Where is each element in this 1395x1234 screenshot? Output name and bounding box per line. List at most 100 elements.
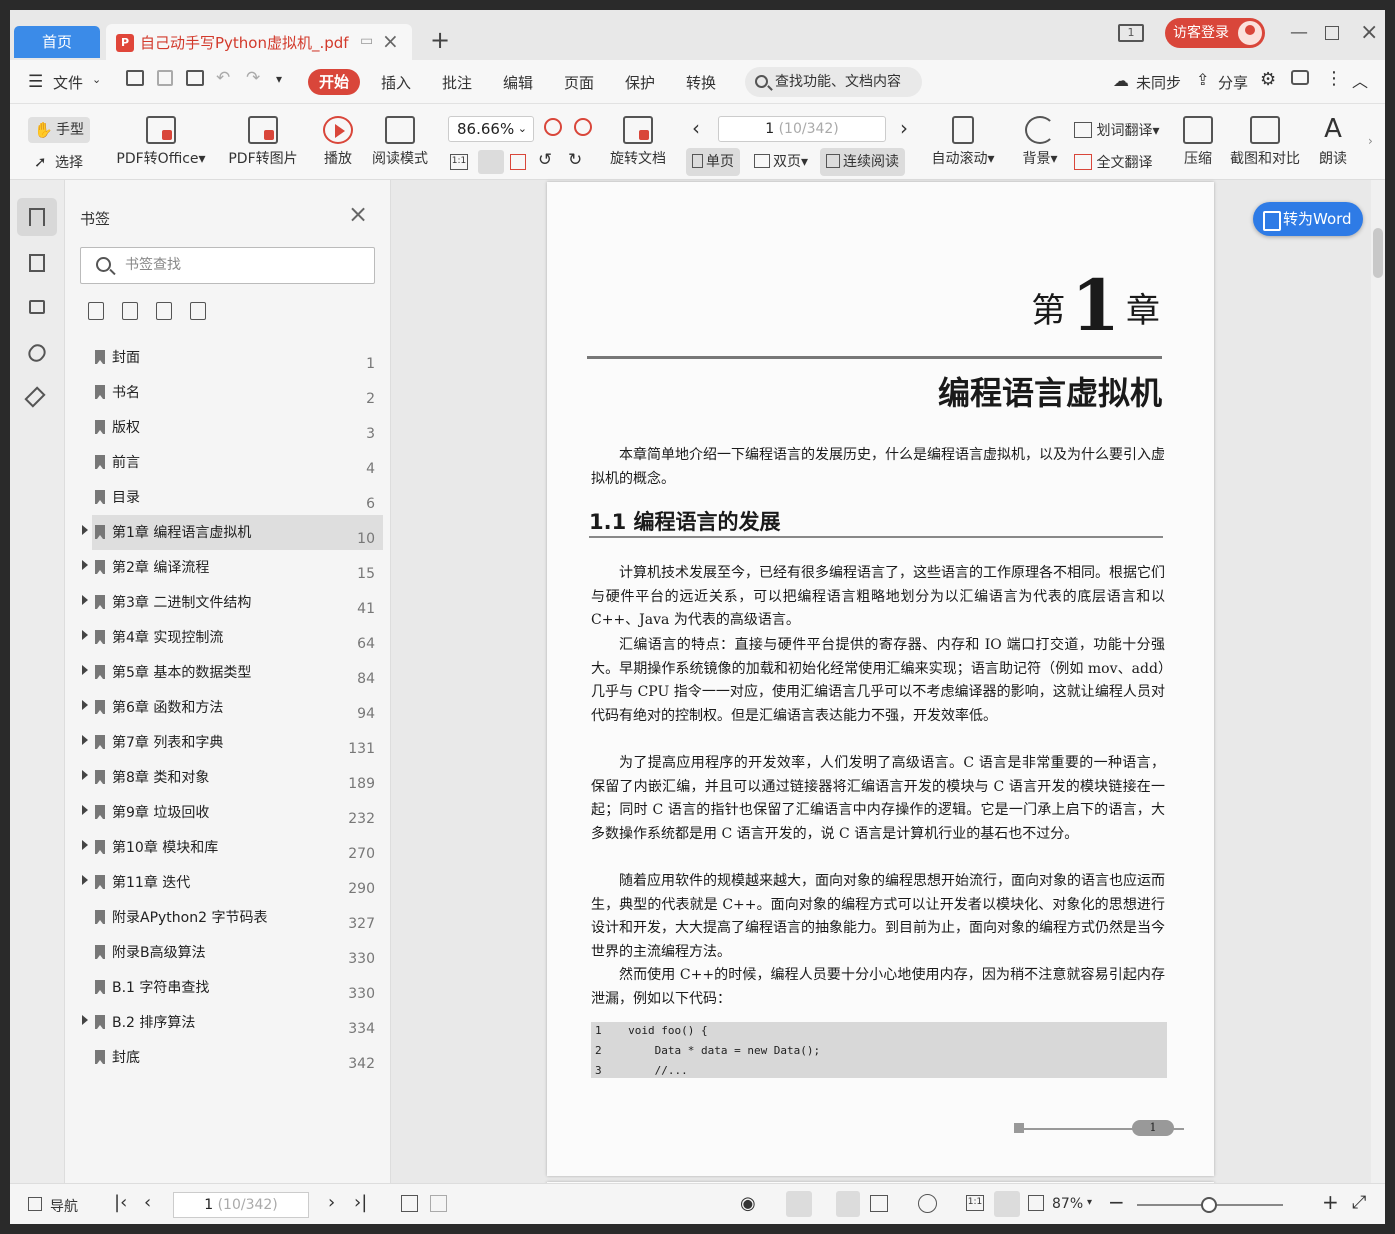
close-tab-icon[interactable]: × [382, 29, 399, 53]
thumbnail-panel-button[interactable] [17, 244, 57, 282]
fullscreen-icon[interactable]: ⤢ [1352, 1192, 1366, 1213]
expand-arrow-icon[interactable] [82, 770, 88, 780]
select-tool-button[interactable]: ➚ 选择 [34, 152, 83, 172]
hand-tool-button[interactable]: ✋ 手型 [28, 117, 90, 143]
comment-panel-button[interactable] [17, 290, 57, 328]
fit-width-status-icon[interactable] [1028, 1195, 1044, 1211]
bookmark-item[interactable]: 第3章 二进制文件结构 41 [65, 585, 391, 620]
expand-arrow-icon[interactable] [82, 1015, 88, 1025]
back-icon[interactable] [401, 1195, 418, 1212]
feature-search-input[interactable]: 查找功能、文档内容 [745, 67, 922, 97]
expand-arrow-icon[interactable] [82, 875, 88, 885]
bookmark-item[interactable]: 附录B高级算法 330 [65, 935, 391, 970]
auto-scroll-button[interactable]: 自动滚动▾ [926, 116, 1000, 168]
previous-page-icon[interactable]: ‹ [692, 116, 700, 140]
background-button[interactable]: 背景▾ [1016, 116, 1064, 168]
single-page-button[interactable]: 单页 [686, 148, 740, 176]
maximize-icon[interactable] [1325, 26, 1339, 40]
document-viewport[interactable]: 第1 章 编程语言虚拟机 本章简单地介绍一下编程语言的发展历史，什么是编程语言虚拟… [391, 180, 1385, 1192]
menu-edit[interactable]: 编辑 [503, 72, 533, 93]
bookmark-item[interactable]: 第11章 迭代 290 [65, 865, 391, 900]
menu-file[interactable]: 文件 [53, 72, 83, 93]
expand-arrow-icon[interactable] [82, 665, 88, 675]
zoom-out-minus-icon[interactable]: − [1108, 1190, 1125, 1214]
play-button[interactable]: 播放 [318, 116, 358, 168]
expand-arrow-icon[interactable] [82, 630, 88, 640]
word-translate-button[interactable]: 划词翻译▾ [1074, 120, 1159, 140]
ribbon-scroll-right-icon[interactable]: › [1368, 134, 1373, 148]
tab-home[interactable]: 首页 [14, 26, 100, 58]
status-zoom[interactable]: 87% [1052, 1196, 1083, 1212]
signature-panel-button[interactable] [17, 378, 57, 416]
play-status-icon[interactable] [918, 1194, 937, 1213]
pdf-to-office-button[interactable]: PDF转Office▾ [112, 116, 210, 168]
bookmark-item[interactable]: 书名 2 [65, 375, 391, 410]
bookmark-item[interactable]: 前言 4 [65, 445, 391, 480]
page-number-input[interactable]: 1 (10/342) [718, 116, 886, 142]
collapse-all-icon[interactable] [122, 302, 138, 320]
guest-login-button[interactable]: 访客登录 [1165, 18, 1265, 48]
screenshot-compare-button[interactable]: 截图和对比 [1226, 116, 1304, 168]
scrollbar-thumb[interactable] [1373, 228, 1383, 278]
close-panel-icon[interactable]: × [348, 200, 368, 228]
fit-width-icon[interactable] [510, 154, 526, 170]
menu-protect[interactable]: 保护 [625, 72, 655, 93]
forward-icon[interactable] [430, 1195, 447, 1212]
compress-button[interactable]: 压缩 [1180, 116, 1216, 168]
vertical-scrollbar[interactable] [1371, 180, 1385, 1183]
more-icon[interactable]: ⋮ [1325, 68, 1343, 89]
expand-arrow-icon[interactable] [82, 735, 88, 745]
full-translate-button[interactable]: 全文翻译 [1074, 152, 1152, 172]
status-page-input[interactable]: 1 (10/342) [173, 1192, 309, 1218]
zoom-in-plus-icon[interactable]: + [1322, 1190, 1339, 1214]
next-page-icon[interactable]: › [900, 116, 908, 140]
bookmark-item[interactable]: 第7章 列表和字典 131 [65, 725, 391, 760]
bookmark-item[interactable]: 第1章 编程语言虚拟机 10 [65, 515, 391, 550]
add-bookmark-icon[interactable] [156, 302, 172, 320]
print-icon[interactable] [186, 70, 204, 86]
zoom-select[interactable]: 86.66% ⌄ [448, 116, 534, 142]
menu-insert[interactable]: 插入 [381, 72, 411, 93]
actual-size-icon[interactable]: 1:1 [450, 154, 468, 170]
more-quick-icon[interactable]: ▾ [276, 72, 282, 86]
bookmark-item[interactable]: 第9章 垃圾回收 232 [65, 795, 391, 830]
convert-to-word-button[interactable]: 转为Word [1253, 202, 1363, 236]
chevron-down-icon[interactable]: ▾ [1087, 1197, 1092, 1208]
bookmark-item[interactable]: 目录 6 [65, 480, 391, 515]
share-icon[interactable]: ⇪ [1196, 70, 1209, 89]
hamburger-icon[interactable]: ☰ [28, 72, 43, 92]
single-page-status-icon[interactable] [836, 1191, 860, 1217]
expand-arrow-icon[interactable] [82, 560, 88, 570]
open-file-icon[interactable] [126, 70, 144, 86]
fit-page-status-icon[interactable] [994, 1191, 1020, 1217]
share-button[interactable]: 分享 [1218, 72, 1248, 93]
collapse-ribbon-icon[interactable]: ︿ [1352, 68, 1368, 92]
eye-care-icon[interactable]: ◉ [740, 1193, 756, 1214]
menu-start[interactable]: 开始 [308, 69, 360, 95]
bookmark-item[interactable]: 版权 3 [65, 410, 391, 445]
page-layout-icon[interactable]: 1 [1118, 24, 1144, 42]
close-window-icon[interactable]: × [1360, 20, 1378, 45]
attachment-panel-button[interactable] [17, 334, 57, 372]
zoom-out-icon[interactable] [544, 118, 562, 136]
zoom-in-icon[interactable] [574, 118, 592, 136]
minimize-icon[interactable]: — [1290, 22, 1308, 43]
bookmark-search-input[interactable]: 书签查找 [80, 247, 375, 284]
sync-status[interactable]: 未同步 [1136, 72, 1181, 93]
bookmark-item[interactable]: 第6章 函数和方法 94 [65, 690, 391, 725]
zoom-slider[interactable] [1137, 1197, 1283, 1213]
actual-size-status-icon[interactable]: 1:1 [966, 1195, 984, 1211]
expand-arrow-icon[interactable] [82, 805, 88, 815]
pin-icon[interactable]: ▭ [360, 33, 373, 49]
bookmark-panel-button[interactable] [17, 198, 57, 236]
read-aloud-button[interactable]: A 朗读 [1316, 116, 1350, 168]
chevron-down-icon[interactable]: ⌄ [92, 73, 101, 86]
first-page-icon[interactable]: |‹ [114, 1192, 127, 1213]
comment-icon[interactable] [1291, 70, 1309, 85]
menu-page[interactable]: 页面 [564, 72, 594, 93]
cloud-sync-icon[interactable]: ☁ [1113, 71, 1129, 90]
expand-arrow-icon[interactable] [82, 840, 88, 850]
delete-bookmark-icon[interactable] [190, 302, 206, 320]
rotate-left-icon[interactable]: ↺ [538, 150, 552, 170]
pdf-to-image-button[interactable]: PDF转图片 [224, 116, 302, 168]
